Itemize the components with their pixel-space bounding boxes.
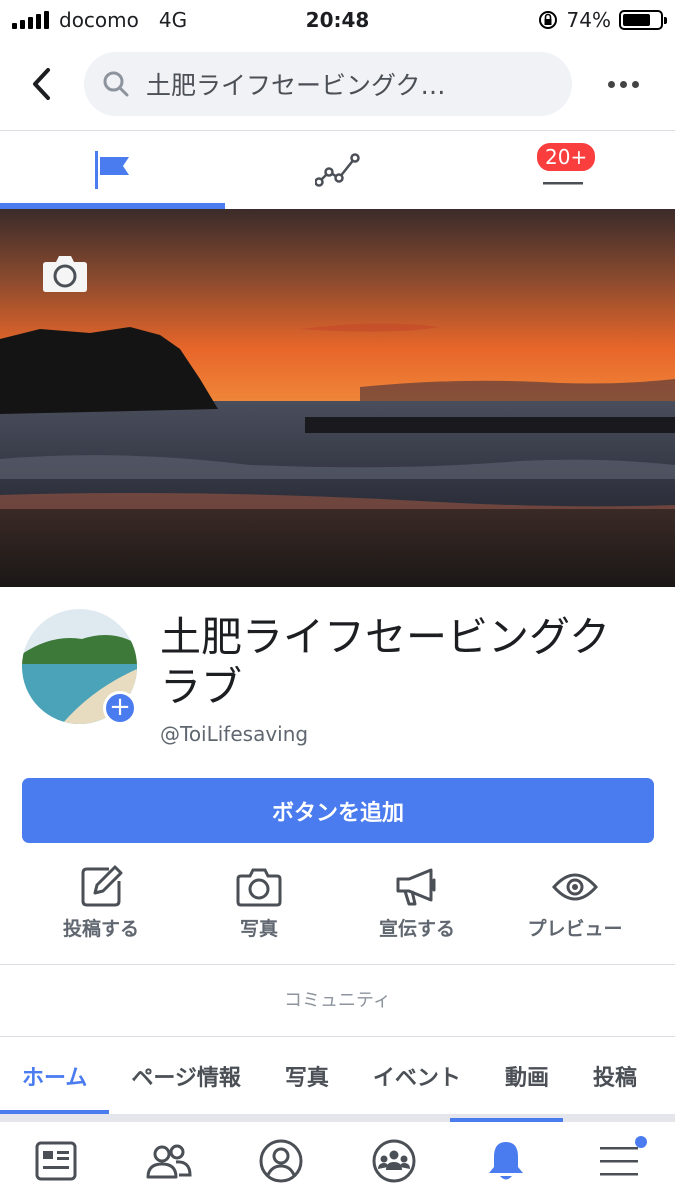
page-handle: @ToiLifesaving bbox=[160, 722, 309, 746]
bottom-nav bbox=[0, 1118, 675, 1200]
nav-menu[interactable] bbox=[563, 1122, 675, 1200]
orientation-lock-icon bbox=[538, 11, 557, 29]
news-feed-icon bbox=[35, 1141, 77, 1181]
post-label: 投稿する bbox=[62, 918, 139, 940]
status-left: docomo 4G bbox=[12, 8, 242, 32]
tab-photos[interactable]: 写真 bbox=[263, 1038, 351, 1114]
nav-profile[interactable] bbox=[225, 1122, 338, 1200]
battery-percent: 74% bbox=[566, 8, 611, 32]
top-nav: 土肥ライフセービングク… bbox=[0, 46, 675, 122]
tab-about[interactable]: ページ情報 bbox=[109, 1038, 263, 1114]
page-title: 土肥ライフセービングクラブ bbox=[160, 613, 611, 711]
more-options-button[interactable] bbox=[572, 46, 675, 122]
photo-label: 写真 bbox=[239, 918, 278, 940]
carrier-name: docomo bbox=[59, 8, 139, 32]
page-category: コミュニティ bbox=[284, 990, 391, 1011]
status-right: 74% bbox=[537, 8, 667, 32]
menu-notification-dot bbox=[635, 1136, 647, 1148]
flag-icon bbox=[94, 151, 129, 189]
back-button[interactable] bbox=[0, 46, 84, 122]
add-button[interactable]: ボタンを追加 bbox=[22, 778, 654, 843]
battery-icon bbox=[619, 10, 667, 30]
tab-videos[interactable]: 動画 bbox=[483, 1038, 571, 1114]
promote-button[interactable]: 宣伝する bbox=[338, 862, 496, 952]
groups-icon bbox=[372, 1139, 416, 1183]
post-button[interactable]: 投稿する bbox=[22, 862, 180, 952]
nav-news-feed[interactable] bbox=[0, 1122, 113, 1200]
tab-insights[interactable] bbox=[225, 131, 450, 209]
profile-icon bbox=[259, 1139, 303, 1183]
nav-notifications[interactable] bbox=[450, 1118, 563, 1200]
network-type: 4G bbox=[158, 8, 188, 32]
action-row: 投稿する 写真 宣伝する プレビュー bbox=[0, 862, 675, 952]
search-query: 土肥ライフセービングク… bbox=[146, 71, 446, 100]
section-tabs: ホーム ページ情報 写真 イベント 動画 投稿 bbox=[0, 1038, 675, 1114]
tab-home[interactable]: ホーム bbox=[0, 1038, 110, 1114]
menu-icon bbox=[599, 1147, 638, 1176]
battery-level bbox=[623, 14, 650, 26]
bell-icon bbox=[489, 1142, 524, 1180]
status-bar: docomo 4G 20:48 74% bbox=[0, 0, 675, 40]
eye-icon bbox=[552, 873, 598, 901]
divider bbox=[0, 1036, 675, 1037]
friends-icon bbox=[146, 1144, 192, 1179]
divider bbox=[0, 964, 675, 965]
preview-label: プレビュー bbox=[527, 918, 623, 940]
cover-image bbox=[0, 209, 675, 587]
search-icon bbox=[103, 71, 129, 97]
section-separator bbox=[0, 1114, 675, 1122]
preview-button[interactable]: プレビュー bbox=[496, 862, 654, 952]
edit-icon bbox=[81, 865, 123, 907]
camera-icon[interactable] bbox=[42, 253, 88, 293]
chevron-left-icon bbox=[33, 68, 50, 100]
nav-friends[interactable] bbox=[113, 1122, 226, 1200]
photo-button[interactable]: 写真 bbox=[180, 862, 338, 952]
camera-icon bbox=[236, 868, 282, 907]
tab-events[interactable]: イベント bbox=[351, 1038, 483, 1114]
insights-icon bbox=[314, 153, 360, 187]
promote-label: 宣伝する bbox=[378, 918, 455, 940]
megaphone-icon bbox=[396, 868, 436, 906]
tab-posts[interactable]: 投稿 bbox=[571, 1038, 659, 1114]
add-profile-photo-button[interactable]: + bbox=[103, 691, 137, 725]
cover-photo[interactable] bbox=[0, 209, 675, 587]
search-input[interactable]: 土肥ライフセービングク… bbox=[84, 52, 572, 116]
signal-icon bbox=[12, 11, 49, 29]
notification-badge: 20+ bbox=[535, 141, 598, 173]
nav-groups[interactable] bbox=[338, 1122, 451, 1200]
tab-page[interactable] bbox=[0, 131, 225, 209]
